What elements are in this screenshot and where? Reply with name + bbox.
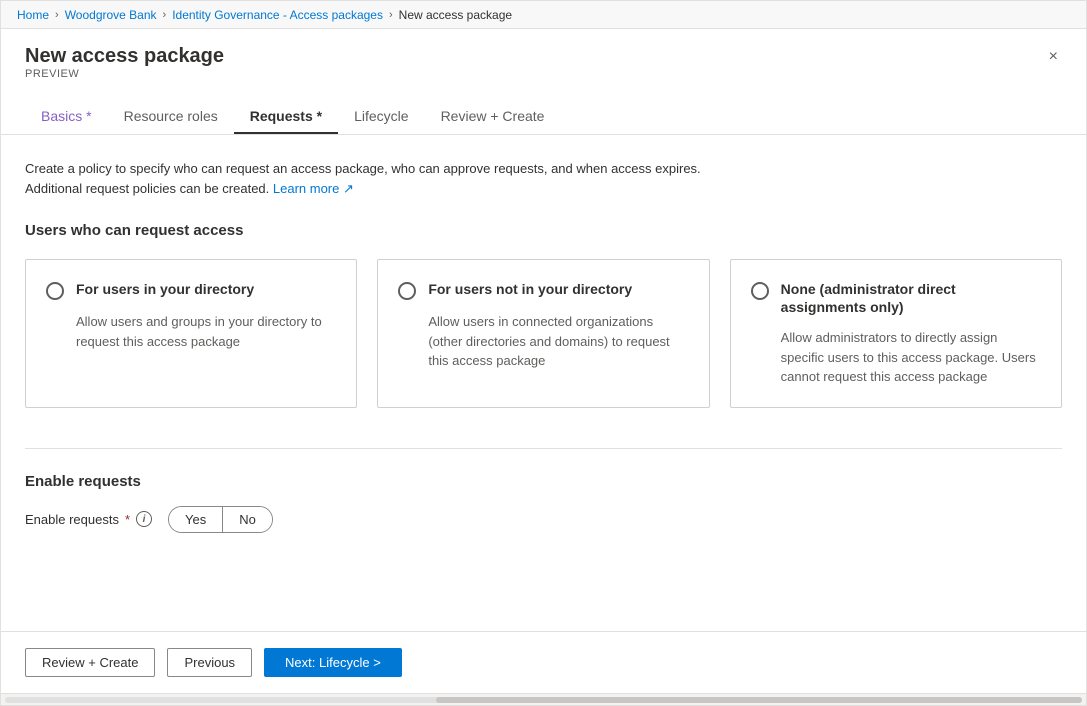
toggle-no[interactable]: No [223, 507, 272, 532]
card-none-desc: Allow administrators to directly assign … [751, 328, 1041, 387]
card-not-in-directory[interactable]: For users not in your directory Allow us… [377, 259, 709, 408]
learn-more-link[interactable]: Learn more ↗ [273, 181, 354, 196]
breadcrumb-sep-3: › [389, 9, 393, 21]
enable-requests-section: Enable requests Enable requests * i Yes … [25, 448, 1062, 533]
access-request-cards: For users in your directory Allow users … [25, 259, 1062, 408]
scrollbar-area [1, 693, 1086, 705]
breadcrumb-home[interactable]: Home [17, 8, 49, 22]
required-star: * [125, 512, 130, 527]
breadcrumb-identity-gov[interactable]: Identity Governance - Access packages [172, 8, 383, 22]
tab-requests[interactable]: Requests * [234, 100, 338, 134]
card-not-in-directory-title: For users not in your directory [428, 280, 632, 298]
tab-lifecycle[interactable]: Lifecycle [338, 100, 424, 134]
toggle-yes[interactable]: Yes [169, 507, 223, 532]
enable-requests-title: Enable requests [25, 473, 1062, 490]
enable-requests-toggle[interactable]: Yes No [168, 506, 273, 533]
tab-basics[interactable]: Basics * [25, 100, 108, 134]
scrollbar-track[interactable] [5, 697, 1082, 703]
tab-review-create[interactable]: Review + Create [425, 100, 561, 134]
radio-in-directory[interactable] [46, 282, 64, 300]
card-none[interactable]: None (administrator direct assignments o… [730, 259, 1062, 408]
breadcrumb-sep-1: › [55, 9, 59, 21]
radio-not-in-directory[interactable] [398, 282, 416, 300]
breadcrumb-sep-2: › [163, 9, 167, 21]
enable-requests-row: Enable requests * i Yes No [25, 506, 1062, 533]
panel-header: New access package PREVIEW × Basics * Re… [1, 29, 1086, 135]
previous-button[interactable]: Previous [167, 648, 252, 677]
review-create-button[interactable]: Review + Create [25, 648, 155, 677]
card-in-directory-title: For users in your directory [76, 280, 254, 298]
page-description: Create a policy to specify who can reque… [25, 159, 705, 198]
breadcrumb-current: New access package [399, 8, 512, 22]
card-in-directory-desc: Allow users and groups in your directory… [46, 312, 336, 351]
next-lifecycle-button[interactable]: Next: Lifecycle > [264, 648, 402, 677]
close-button[interactable]: × [1045, 45, 1062, 69]
main-content: Create a policy to specify who can reque… [1, 135, 1086, 631]
tabs-row: Basics * Resource roles Requests * Lifec… [25, 100, 1062, 134]
enable-requests-label: Enable requests * i [25, 511, 152, 527]
panel-title: New access package [25, 45, 224, 68]
who-can-request-title: Users who can request access [25, 222, 1062, 239]
tab-resource-roles[interactable]: Resource roles [108, 100, 234, 134]
card-not-in-directory-desc: Allow users in connected organizations (… [398, 312, 688, 371]
breadcrumb-woodgrove[interactable]: Woodgrove Bank [65, 8, 157, 22]
panel-preview-label: PREVIEW [25, 68, 224, 80]
footer: Review + Create Previous Next: Lifecycle… [1, 631, 1086, 693]
card-in-directory[interactable]: For users in your directory Allow users … [25, 259, 357, 408]
breadcrumb: Home › Woodgrove Bank › Identity Governa… [1, 1, 1086, 29]
card-none-title: None (administrator direct assignments o… [781, 280, 1041, 316]
info-icon[interactable]: i [136, 511, 152, 527]
radio-none[interactable] [751, 282, 769, 300]
scrollbar-thumb[interactable] [436, 697, 1082, 703]
